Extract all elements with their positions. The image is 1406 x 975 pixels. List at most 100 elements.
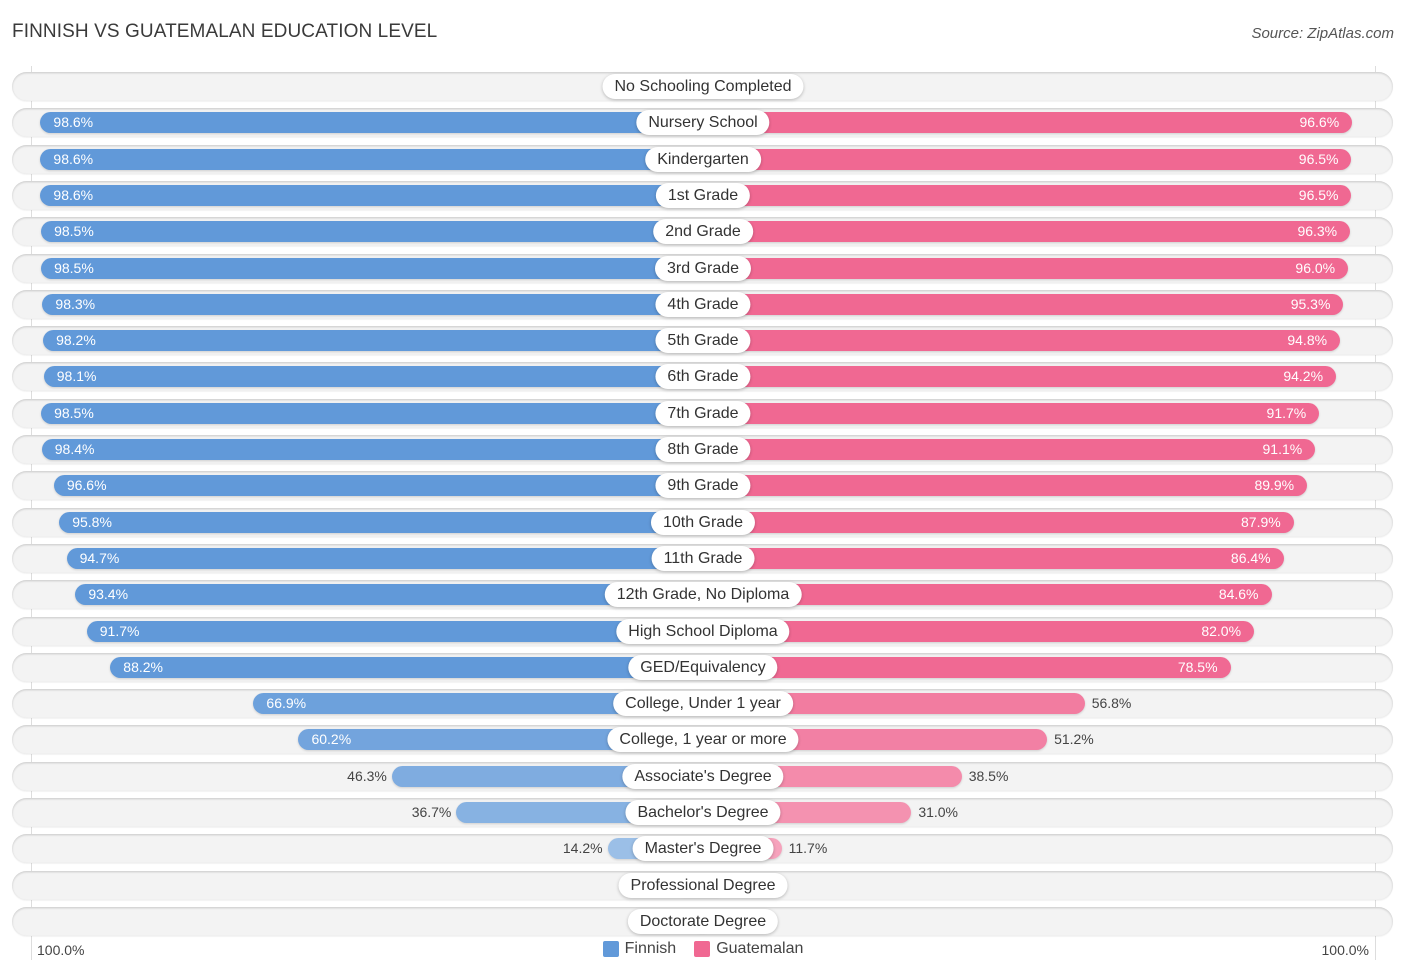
bar-guatemalan[interactable]	[703, 657, 1231, 678]
bar-finnish[interactable]	[110, 657, 703, 678]
value-label-finnish: 98.1%	[56, 368, 97, 384]
value-label-guatemalan: 89.9%	[1254, 477, 1295, 493]
value-label-finnish: 46.3%	[347, 768, 387, 784]
bar-guatemalan[interactable]	[703, 366, 1337, 387]
bar-guatemalan[interactable]	[703, 221, 1351, 242]
bar-finnish[interactable]	[41, 221, 703, 242]
value-label-guatemalan: 96.3%	[1297, 223, 1338, 239]
value-label-finnish: 98.5%	[54, 223, 94, 239]
legend-item-guatemalan[interactable]: Guatemalan	[694, 940, 803, 958]
category-label: College, Under 1 year	[613, 691, 793, 716]
category-label: 10th Grade	[650, 510, 756, 535]
category-label: High School Diploma	[616, 619, 790, 644]
category-label: Bachelor's Degree	[625, 800, 781, 825]
value-label-guatemalan: 91.1%	[1262, 441, 1303, 457]
value-label-finnish: 98.2%	[56, 332, 96, 348]
value-label-finnish: 98.5%	[54, 260, 94, 276]
category-label: 2nd Grade	[653, 219, 753, 244]
bar-guatemalan[interactable]	[703, 112, 1353, 133]
value-label-guatemalan: 38.5%	[968, 768, 1009, 784]
value-label-guatemalan: 96.6%	[1299, 114, 1340, 130]
chart-title: FINNISH VS GUATEMALAN EDUCATION LEVEL	[12, 21, 438, 42]
value-label-finnish: 88.2%	[123, 659, 163, 675]
value-label-guatemalan: 51.2%	[1054, 731, 1094, 747]
bar-finnish[interactable]	[41, 403, 703, 424]
category-label: 12th Grade, No Diploma	[604, 582, 802, 607]
category-label: 8th Grade	[655, 437, 751, 462]
bar-finnish[interactable]	[43, 330, 703, 351]
bar-guatemalan[interactable]	[703, 149, 1352, 170]
category-label: Professional Degree	[618, 873, 788, 898]
category-label: 5th Grade	[655, 328, 751, 353]
category-label: 4th Grade	[655, 292, 751, 317]
category-label: 1st Grade	[655, 183, 751, 208]
value-label-finnish: 66.9%	[266, 695, 307, 711]
value-label-guatemalan: 82.0%	[1201, 623, 1242, 639]
bar-guatemalan[interactable]	[703, 258, 1349, 279]
value-label-guatemalan: 95.3%	[1290, 296, 1331, 312]
bar-finnish[interactable]	[59, 512, 703, 533]
bar-guatemalan[interactable]	[703, 403, 1320, 424]
category-label: 11th Grade	[651, 546, 755, 571]
bar-guatemalan[interactable]	[703, 294, 1344, 315]
bar-guatemalan[interactable]	[703, 185, 1352, 206]
bar-finnish[interactable]	[53, 475, 703, 496]
value-label-finnish: 93.4%	[88, 586, 129, 602]
value-label-finnish: 36.7%	[411, 804, 452, 820]
bar-guatemalan[interactable]	[703, 512, 1294, 533]
value-label-guatemalan: 91.7%	[1266, 405, 1307, 421]
value-label-finnish: 98.6%	[53, 114, 94, 130]
bar-finnish[interactable]	[86, 621, 703, 642]
value-label-finnish: 98.3%	[55, 296, 96, 312]
source-label: Source: ZipAtlas.com	[1251, 25, 1394, 42]
value-label-guatemalan: 56.8%	[1091, 695, 1132, 711]
bar-guatemalan[interactable]	[703, 548, 1284, 569]
category-label: College, 1 year or more	[607, 727, 799, 752]
bar-finnish[interactable]	[40, 112, 703, 133]
bar-finnish[interactable]	[40, 185, 703, 206]
category-label: Nursery School	[636, 110, 770, 135]
category-label: No Schooling Completed	[602, 74, 804, 99]
category-label: 7th Grade	[655, 401, 751, 426]
value-label-finnish: 98.5%	[54, 405, 94, 421]
value-label-guatemalan: 94.8%	[1287, 332, 1328, 348]
category-label: 6th Grade	[655, 364, 751, 389]
bar-finnish[interactable]	[43, 366, 703, 387]
value-label-finnish: 95.8%	[72, 514, 112, 530]
legend-item-finnish[interactable]: Finnish	[602, 940, 677, 958]
bar-finnish[interactable]	[42, 294, 703, 315]
bar-finnish[interactable]	[41, 258, 703, 279]
category-label: GED/Equivalency	[628, 655, 778, 680]
value-label-guatemalan: 96.5%	[1298, 151, 1339, 167]
value-label-finnish: 94.7%	[79, 550, 120, 566]
value-label-finnish: 98.6%	[53, 151, 94, 167]
value-label-guatemalan: 96.0%	[1295, 260, 1336, 276]
value-label-guatemalan: 86.4%	[1230, 550, 1271, 566]
bar-finnish[interactable]	[66, 548, 703, 569]
value-label-guatemalan: 31.0%	[918, 804, 959, 820]
bar-finnish[interactable]	[41, 439, 703, 460]
value-label-guatemalan: 78.5%	[1177, 659, 1218, 675]
legend-label-finnish: Finnish	[624, 940, 677, 957]
legend-swatch-guatemalan	[694, 941, 711, 957]
value-label-finnish: 98.6%	[53, 187, 94, 203]
category-label: 9th Grade	[655, 473, 751, 498]
category-label: 3rd Grade	[654, 256, 752, 281]
value-label-finnish: 60.2%	[311, 731, 352, 747]
category-label: Doctorate Degree	[627, 909, 779, 934]
legend-swatch-finnish	[602, 941, 619, 957]
bar-finnish[interactable]	[40, 149, 703, 170]
bar-guatemalan[interactable]	[703, 475, 1308, 496]
category-label: Associate's Degree	[622, 764, 784, 789]
value-label-finnish: 98.4%	[54, 441, 95, 457]
legend-label-guatemalan: Guatemalan	[716, 940, 804, 957]
value-label-finnish: 14.2%	[562, 840, 603, 856]
value-label-guatemalan: 84.6%	[1218, 586, 1259, 602]
bar-guatemalan[interactable]	[703, 330, 1341, 351]
value-label-guatemalan: 96.5%	[1298, 187, 1339, 203]
legend: Finnish Guatemalan	[0, 940, 1406, 958]
value-label-finnish: 96.6%	[66, 477, 107, 493]
value-label-guatemalan: 87.9%	[1241, 514, 1281, 530]
category-label: Kindergarten	[645, 147, 761, 172]
bar-guatemalan[interactable]	[703, 439, 1316, 460]
